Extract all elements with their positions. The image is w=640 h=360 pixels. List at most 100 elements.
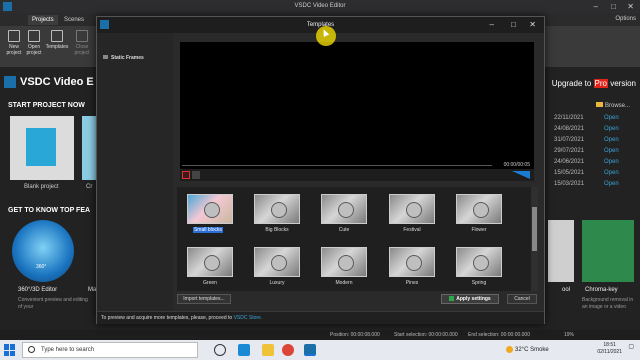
recent-open-link[interactable]: Open (604, 148, 619, 154)
apply-settings-button[interactable]: Apply settings (441, 294, 499, 304)
notification-icon[interactable]: ▢ (628, 343, 634, 350)
status-end-selection: End selection: 00:00:00.000 (468, 332, 530, 338)
recent-open-link[interactable]: Open (604, 170, 619, 176)
blank-project-label: Blank project (24, 184, 59, 190)
tab-scenes[interactable]: Scenes (60, 15, 88, 25)
new-project-label: New project (6, 44, 22, 56)
windows-start-icon[interactable] (4, 344, 16, 356)
template-thumbnail (321, 247, 367, 277)
clock-date: 02/11/2021 (597, 349, 622, 355)
dialog-maximize-icon[interactable]: □ (511, 18, 516, 32)
recent-open-link[interactable]: Open (604, 159, 619, 165)
template-name: Green (203, 280, 217, 286)
file-explorer-icon[interactable] (262, 344, 274, 356)
chroma-key-card[interactable] (582, 220, 634, 282)
vsdc-taskbar-icon[interactable] (304, 344, 316, 356)
clock-time: 18:51 (603, 342, 616, 348)
recent-project-row[interactable]: 15/05/2021 Open (554, 170, 634, 181)
templates-scrollbar[interactable] (531, 187, 538, 291)
browse-button[interactable]: Browse... (596, 102, 630, 109)
template-item[interactable]: Flower (454, 192, 504, 233)
preview-timeline[interactable]: 00:00/00:05 (180, 162, 534, 169)
time-readout: 00:00/00:05 (503, 162, 530, 168)
recent-open-link[interactable]: Open (604, 181, 619, 187)
dialog-footer: To preview and acquire more templates, p… (97, 311, 544, 324)
search-placeholder: Type here to search (41, 347, 95, 353)
minimize-icon[interactable]: – (594, 0, 598, 13)
sphere-360-icon[interactable]: 360° (12, 220, 74, 282)
template-item[interactable]: Big Blocks (252, 192, 302, 233)
upgrade-suffix: version (607, 79, 636, 88)
play-button[interactable] (182, 171, 190, 179)
template-name: Festival (403, 227, 421, 233)
editor-360-label: 360°/3D Editor (18, 287, 58, 293)
cancel-button[interactable]: Cancel (507, 294, 537, 304)
create-card[interactable] (82, 116, 96, 180)
scrollbar-thumb[interactable] (532, 207, 537, 251)
close-project-icon (76, 30, 88, 42)
recent-open-link[interactable]: Open (604, 126, 619, 132)
recent-project-date: 24/06/2021 (554, 159, 585, 165)
vsdc-brand-icon (4, 76, 16, 89)
task-view-icon[interactable] (214, 344, 226, 356)
create-card-label: Cr (86, 184, 93, 190)
templates-button[interactable]: Templates (44, 30, 70, 50)
template-item[interactable]: Small blocks (185, 192, 235, 233)
upgrade-link[interactable]: Upgrade to Pro version (552, 79, 636, 88)
templates-label: Templates (45, 44, 69, 50)
options-button[interactable]: Options (615, 16, 636, 22)
edge-icon[interactable] (238, 344, 250, 356)
recent-project-row[interactable]: 22/11/2021 Open (554, 115, 634, 126)
import-templates-button[interactable]: Import templates... (177, 294, 231, 304)
chrome-icon[interactable] (282, 344, 294, 356)
app-titlebar: VSDC Video Editor – □ ✕ (0, 0, 640, 13)
maximize-icon[interactable]: □ (611, 0, 616, 13)
template-name: Modern (335, 280, 353, 286)
recent-open-link[interactable]: Open (604, 115, 619, 121)
timeline-track[interactable] (182, 165, 492, 166)
template-name: Flower (471, 227, 487, 233)
template-item[interactable]: Cute (319, 192, 369, 233)
recent-project-row[interactable]: 24/06/2021 Open (554, 159, 634, 170)
taskbar-clock[interactable]: 18:51 02/11/2021 (597, 342, 622, 356)
template-thumbnail (187, 247, 233, 277)
template-item[interactable]: Festival (387, 192, 437, 233)
close-project-button[interactable]: Close project (72, 30, 92, 56)
feature-card-tool[interactable] (548, 220, 574, 282)
weather-widget[interactable]: 32°C Smoke (506, 346, 549, 353)
template-item[interactable]: Green (185, 245, 235, 286)
status-zoom: 19% (564, 332, 575, 338)
template-item[interactable]: Luxury (252, 245, 302, 286)
status-position: Position: 00:00:08.000 (330, 332, 380, 338)
taskbar-search-input[interactable]: Type here to search (22, 342, 198, 358)
editor-360-description: Convenient preview and editing of your (18, 297, 88, 310)
recent-project-row[interactable]: 29/07/2021 Open (554, 148, 634, 159)
template-item[interactable]: Modern (319, 245, 369, 286)
upgrade-prefix: Upgrade to (551, 79, 594, 88)
template-preview (180, 42, 534, 162)
recent-project-date: 31/07/2021 (554, 137, 585, 143)
blank-project-card[interactable] (10, 116, 74, 180)
template-item[interactable]: Pines (387, 245, 437, 286)
template-categories: Static Frames (97, 33, 173, 311)
recent-project-row[interactable]: 24/08/2021 Open (554, 126, 634, 137)
stop-button[interactable] (192, 171, 200, 179)
volume-icon[interactable] (512, 171, 530, 179)
dialog-close-icon[interactable]: ✕ (529, 18, 536, 32)
close-icon[interactable]: ✕ (627, 0, 634, 13)
template-item[interactable]: Spring (454, 245, 504, 286)
search-icon (28, 346, 35, 353)
blank-project-icon (26, 128, 56, 166)
new-project-button[interactable]: New project (4, 30, 24, 56)
vsdc-store-link[interactable]: VSDC Store. (234, 315, 263, 321)
feature-label-tool: ool (562, 287, 571, 293)
tab-projects[interactable]: Projects (28, 15, 58, 25)
recent-project-row[interactable]: 31/07/2021 Open (554, 137, 634, 148)
chroma-key-description: Background removal in an image or a vide… (582, 297, 634, 310)
open-project-button[interactable]: Open project (24, 30, 44, 56)
recent-project-row[interactable]: 15/03/2021 Open (554, 181, 634, 192)
category-static-frames[interactable]: Static Frames (103, 55, 144, 61)
template-thumbnail (389, 247, 435, 277)
dialog-minimize-icon[interactable]: – (490, 18, 494, 32)
recent-open-link[interactable]: Open (604, 137, 619, 143)
